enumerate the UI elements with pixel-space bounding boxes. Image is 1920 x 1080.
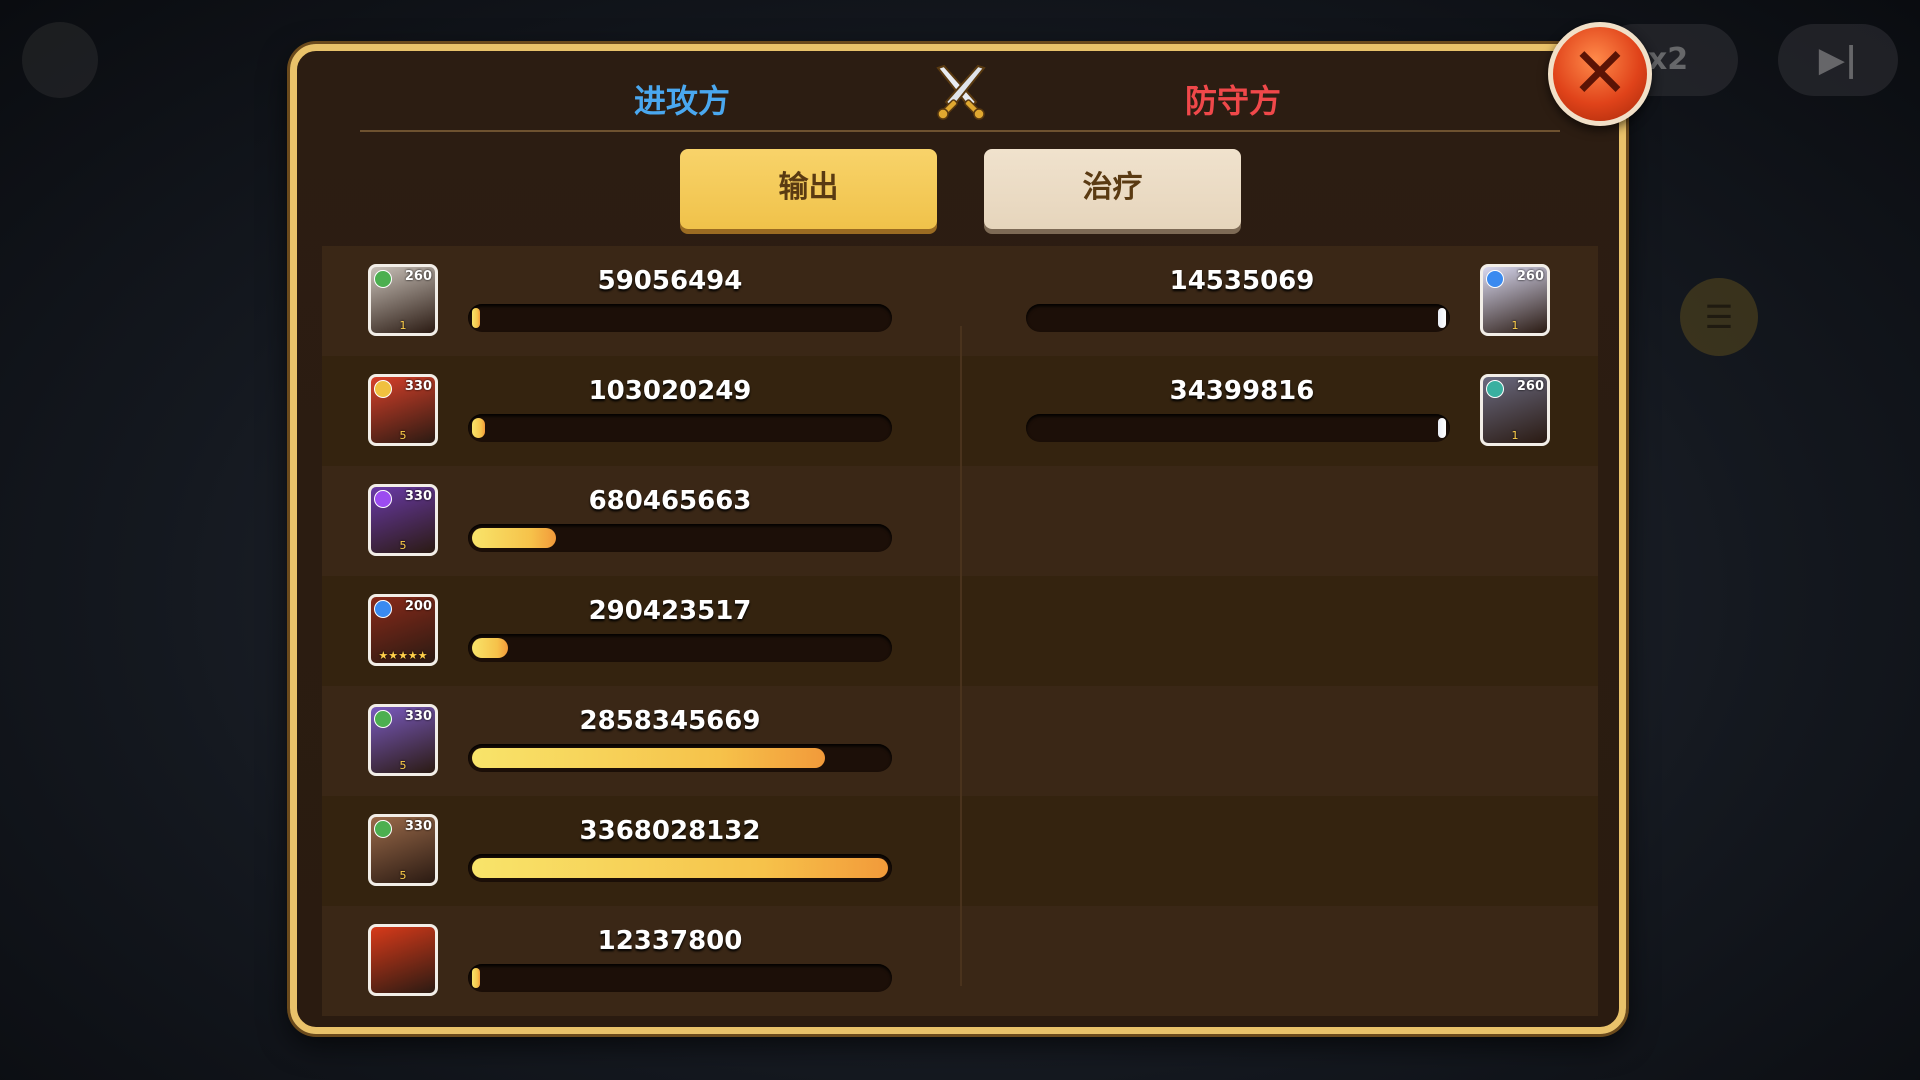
crossed-swords-icon (936, 64, 986, 120)
faction-icon (1486, 270, 1504, 288)
hero-stars: 5 (399, 869, 407, 882)
hero-stars: 1 (399, 319, 407, 332)
damage-bar-fill (472, 528, 556, 548)
tab-healing[interactable]: 治疗 (984, 149, 1241, 229)
hero-stars: 1 (1511, 429, 1519, 442)
attacker-hero-portrait[interactable] (368, 924, 438, 996)
hero-stars: 5 (399, 429, 407, 442)
header-divider (360, 130, 1560, 132)
defender-damage-bar (1026, 414, 1450, 442)
defender-damage-value: 34399816 (1169, 376, 1315, 406)
attacker-damage-bar (468, 634, 892, 662)
attacker-entry: 200 ★★★★★ 290423517 (322, 576, 960, 686)
attacker-damage-value: 3368028132 (579, 816, 761, 846)
hero-stars: 1 (1511, 319, 1519, 332)
damage-bar-fill (1438, 308, 1446, 328)
attacker-entry: 330 5 2858345669 (322, 686, 960, 796)
attacker-entry: 12337800 (322, 906, 960, 1016)
defender-hero-portrait[interactable]: 260 1 (1480, 264, 1550, 336)
attacker-damage-value: 12337800 (597, 926, 743, 956)
attacker-damage-value: 59056494 (597, 266, 743, 296)
damage-bar-fill (472, 968, 480, 988)
hero-stars: 5 (399, 759, 407, 772)
list-icon: ☰ (1704, 298, 1734, 336)
close-icon: ✕ (1570, 32, 1630, 114)
tab-output[interactable]: 输出 (680, 149, 937, 229)
damage-bar-fill (472, 308, 480, 328)
attacker-damage-bar (468, 744, 892, 772)
attacker-hero-portrait[interactable]: 330 5 (368, 704, 438, 776)
stats-table: 260 1 59056494 330 5 103020249 330 5 680465663 20… (322, 246, 1598, 1016)
attacker-entry: 260 1 59056494 (322, 246, 960, 356)
background-menu-button (22, 22, 98, 98)
attacker-hero-portrait[interactable]: 330 5 (368, 484, 438, 556)
attacker-title: 进攻方 (634, 82, 731, 120)
background-skip-button: ▶| (1778, 24, 1898, 96)
attacker-entry: 330 5 3368028132 (322, 796, 960, 906)
attacker-hero-portrait[interactable]: 200 ★★★★★ (368, 594, 438, 666)
attacker-hero-portrait[interactable]: 330 5 (368, 374, 438, 446)
attacker-damage-bar (468, 854, 892, 882)
attacker-damage-bar (468, 304, 892, 332)
attacker-entry: 330 5 680465663 (322, 466, 960, 576)
hero-level: 200 (404, 599, 432, 614)
damage-bar-fill (472, 748, 825, 768)
attacker-damage-bar (468, 414, 892, 442)
background-list-button: ☰ (1680, 278, 1758, 356)
hero-level: 330 (404, 709, 432, 724)
attacker-damage-bar (468, 524, 892, 552)
attacker-damage-bar (468, 964, 892, 992)
faction-icon (374, 710, 392, 728)
attacker-hero-portrait[interactable]: 330 5 (368, 814, 438, 886)
faction-icon (374, 270, 392, 288)
close-button[interactable]: ✕ (1548, 22, 1652, 126)
damage-bar-fill (1438, 418, 1446, 438)
attacker-damage-value: 103020249 (588, 376, 752, 406)
hero-level: 330 (404, 379, 432, 394)
defender-hero-portrait[interactable]: 260 1 (1480, 374, 1550, 446)
damage-bar-fill (472, 638, 508, 658)
hero-level: 260 (1516, 379, 1544, 394)
faction-icon (374, 600, 392, 618)
hero-stars: ★★★★★ (378, 649, 428, 662)
faction-icon (1486, 380, 1504, 398)
faction-icon (374, 380, 392, 398)
defender-damage-value: 14535069 (1169, 266, 1315, 296)
attacker-damage-value: 290423517 (588, 596, 752, 626)
attacker-damage-value: 2858345669 (579, 706, 761, 736)
faction-icon (374, 820, 392, 838)
hero-level: 330 (404, 819, 432, 834)
defender-entry: 260 1 34399816 (960, 356, 1598, 466)
defender-damage-bar (1026, 304, 1450, 332)
defender-entry: 260 1 14535069 (960, 246, 1598, 356)
faction-icon (374, 490, 392, 508)
defender-title: 防守方 (1185, 82, 1282, 120)
attacker-entry: 330 5 103020249 (322, 356, 960, 466)
attacker-hero-portrait[interactable]: 260 1 (368, 264, 438, 336)
damage-bar-fill (472, 418, 485, 438)
hero-level: 330 (404, 489, 432, 504)
attacker-damage-value: 680465663 (588, 486, 752, 516)
hero-level: 260 (1516, 269, 1544, 284)
hero-stars: 5 (399, 539, 407, 552)
damage-bar-fill (472, 858, 888, 878)
hero-level: 260 (404, 269, 432, 284)
